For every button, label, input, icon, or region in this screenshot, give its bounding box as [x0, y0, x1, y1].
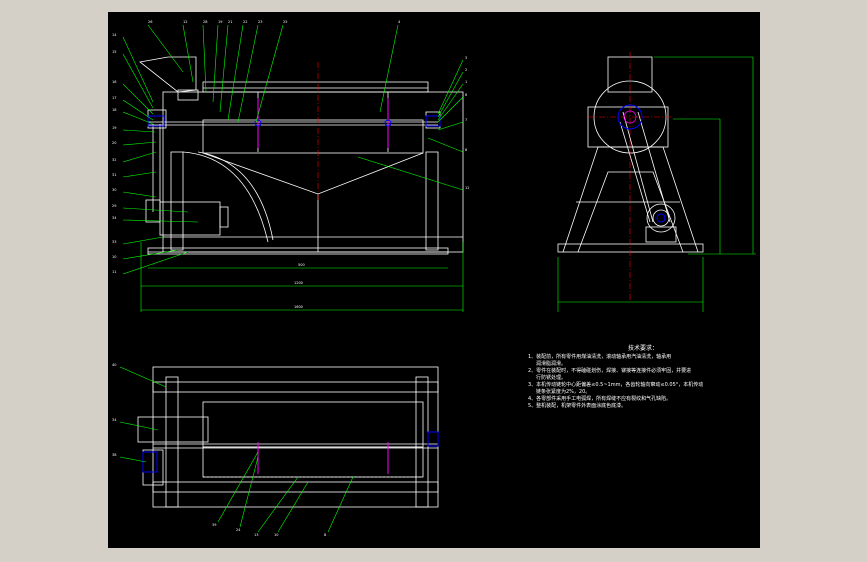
part-number-label: 30: [112, 188, 116, 192]
part-number-label: 17: [112, 96, 116, 100]
part-number-label: 12: [465, 186, 469, 190]
part-number-label: 18: [112, 108, 116, 112]
part-number-label: 21: [228, 20, 232, 24]
side-view-details: [588, 52, 673, 302]
part-number-label: 19: [218, 20, 222, 24]
part-number-label: 6: [465, 93, 467, 97]
technical-requirements-notes: 技术要求： 1、装配前，所有零件用煤油清洗，滚动轴承用汽油清洗，轴承用 润滑脂润…: [528, 345, 738, 410]
part-number-label: 34: [112, 216, 117, 220]
notes-item: 润滑脂润滑。: [536, 361, 567, 367]
notes-item: 1、装配前，所有零件用煤油清洗，滚动轴承用汽油清洗，轴承用: [528, 354, 672, 360]
part-number-label: 29: [112, 204, 116, 208]
notes-title: 技术要求：: [627, 345, 658, 352]
part-number-label: 34: [112, 418, 117, 422]
part-number-label: 2: [465, 68, 467, 72]
part-number-label: 28: [203, 20, 207, 24]
part-number-label: 1200: [294, 281, 303, 285]
part-number-label: 26: [148, 20, 152, 24]
part-number-label: 24: [236, 528, 241, 532]
part-number-label: 39: [212, 523, 216, 527]
part-number-label: 4: [398, 20, 401, 24]
part-number-label: 7: [465, 118, 467, 122]
drawing-sheet: 26 12 28 19 21 22 23 25 4 3 2 1 6 7 8 14 15 16 17 18 19 20 32 3…: [108, 12, 760, 548]
plan-top-view: [137, 366, 439, 508]
part-number-label: 3: [465, 56, 467, 60]
part-number-label: 40: [112, 363, 116, 367]
notes-item: 2、零件在装配时，不得磕碰划伤，焊接、铆接等连接件必须牢固，并要进: [528, 368, 692, 374]
part-number-label: 16: [112, 80, 116, 84]
notes-item: 3、本机传动链轮中心距偏差≤0.5~1mm，各齿轮轴向窜动≤0.05°，本机传动: [528, 382, 704, 388]
part-number-label: 12: [183, 20, 187, 24]
front-elevation-view: [139, 56, 464, 255]
mechanical-drawing: 26 12 28 19 21 22 23 25 432167814151617181920323…: [112, 20, 756, 537]
part-number-label: 500: [298, 263, 305, 267]
part-number-label: 22: [243, 20, 247, 24]
part-number-label: 13: [254, 533, 258, 537]
part-number-label: 15: [112, 50, 116, 54]
notes-item: 4、各零部件采用手工电弧焊，所有焊缝不应有裂纹和气孔缺陷。: [528, 396, 672, 402]
part-number-label: 10: [274, 533, 278, 537]
part-number-label: 19: [112, 126, 116, 130]
part-number-label: 32: [112, 158, 116, 162]
front-view-dimension-lines: [140, 242, 464, 312]
part-number-label: 11: [112, 270, 116, 274]
notes-item: 链条张紧度为2%，20。: [536, 389, 591, 395]
side-elevation-view: [557, 56, 704, 253]
front-view-details: [147, 62, 441, 202]
side-view-dimension-lines: [557, 56, 756, 312]
part-number-label: 1600: [294, 305, 303, 309]
part-number-label: 8: [465, 148, 467, 152]
part-number-label: 20: [112, 141, 116, 145]
notes-item: 5、整机装配，机架零件外表面涂底色底漆。: [528, 403, 627, 409]
part-number-label: 14: [112, 33, 117, 37]
plan-view-details: [142, 431, 439, 478]
part-number-label: 31: [112, 173, 116, 177]
part-number-label: 33: [112, 240, 116, 244]
part-number-label: 8: [324, 533, 326, 537]
part-number-label: 23: [258, 20, 262, 24]
part-number-label: 1: [465, 80, 467, 84]
part-number-label: 25: [283, 20, 287, 24]
notes-item: 行防锈处理。: [536, 375, 567, 381]
part-number-label: 38: [112, 453, 116, 457]
part-number-label: 10: [112, 255, 116, 259]
